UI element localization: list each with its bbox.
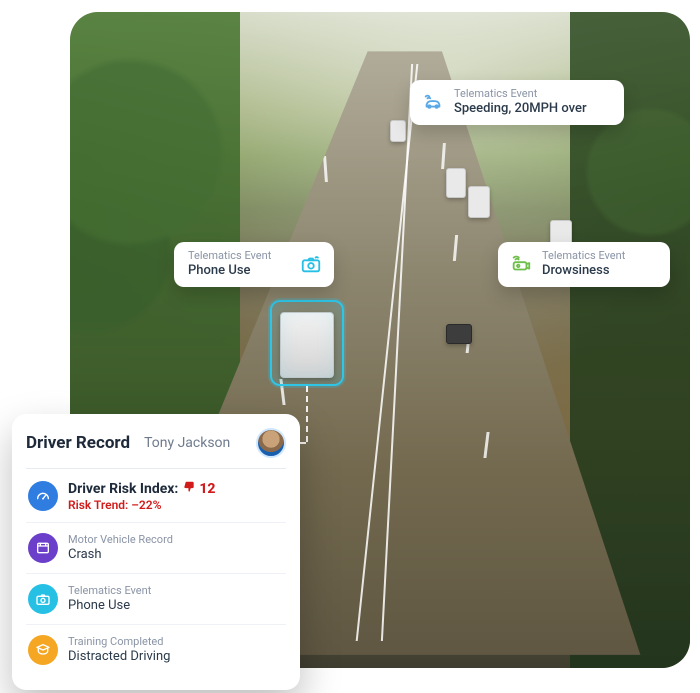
focus-connector-v [306, 386, 308, 442]
driver-name: Tony Jackson [144, 435, 230, 451]
callout-label: Telematics Event [454, 88, 612, 100]
risk-label: Driver Risk Index: [68, 481, 178, 497]
risk-score: 12 [199, 481, 215, 497]
callout-value: Drowsiness [542, 263, 658, 279]
risk-trend-label: Risk Trend: [68, 498, 128, 512]
dashcam-icon [508, 251, 534, 277]
risk-text: Driver Risk Index: 12 Risk Trend: –22% [68, 479, 216, 512]
focus-box [270, 300, 344, 386]
row-value: Phone Use [68, 598, 151, 614]
record-row[interactable]: Motor Vehicle Record Crash [26, 523, 286, 574]
row-value: Crash [68, 547, 173, 563]
risk-row[interactable]: Driver Risk Index: 12 Risk Trend: –22% [26, 469, 286, 523]
callout-label: Telematics Event [542, 250, 658, 262]
vehicle [468, 186, 490, 218]
callout-speeding[interactable]: Telematics Event Speeding, 20MPH over [410, 80, 624, 125]
callout-value: Speeding, 20MPH over [454, 101, 612, 117]
vehicle [446, 324, 472, 344]
row-caption: Telematics Event [68, 585, 151, 597]
camera-icon [298, 251, 324, 277]
vehicle [390, 120, 406, 142]
driver-record-card: Driver Record Tony Jackson Driver Risk I… [12, 414, 300, 690]
record-icon [28, 533, 58, 563]
callout-value: Phone Use [188, 263, 290, 279]
row-caption: Motor Vehicle Record [68, 534, 173, 546]
avatar[interactable] [256, 428, 286, 458]
card-title: Driver Record [26, 433, 130, 453]
stage: Telematics Event Speeding, 20MPH over Te… [0, 0, 700, 693]
callout-label: Telematics Event [188, 250, 290, 262]
callout-drowsiness[interactable]: Telematics Event Drowsiness [498, 242, 670, 287]
training-icon [28, 635, 58, 665]
record-row[interactable]: Telematics Event Phone Use [26, 574, 286, 625]
thumbs-down-icon [182, 480, 196, 498]
gauge-icon [28, 481, 58, 511]
row-value: Distracted Driving [68, 649, 170, 665]
card-header: Driver Record Tony Jackson [26, 428, 286, 469]
camera-icon [28, 584, 58, 614]
risk-trend-value: –22% [131, 498, 161, 512]
record-row[interactable]: Training Completed Distracted Driving [26, 625, 286, 675]
vehicle [446, 168, 466, 198]
callout-phone[interactable]: Telematics Event Phone Use [174, 242, 334, 287]
car-speed-icon [420, 89, 446, 115]
row-caption: Training Completed [68, 636, 170, 648]
